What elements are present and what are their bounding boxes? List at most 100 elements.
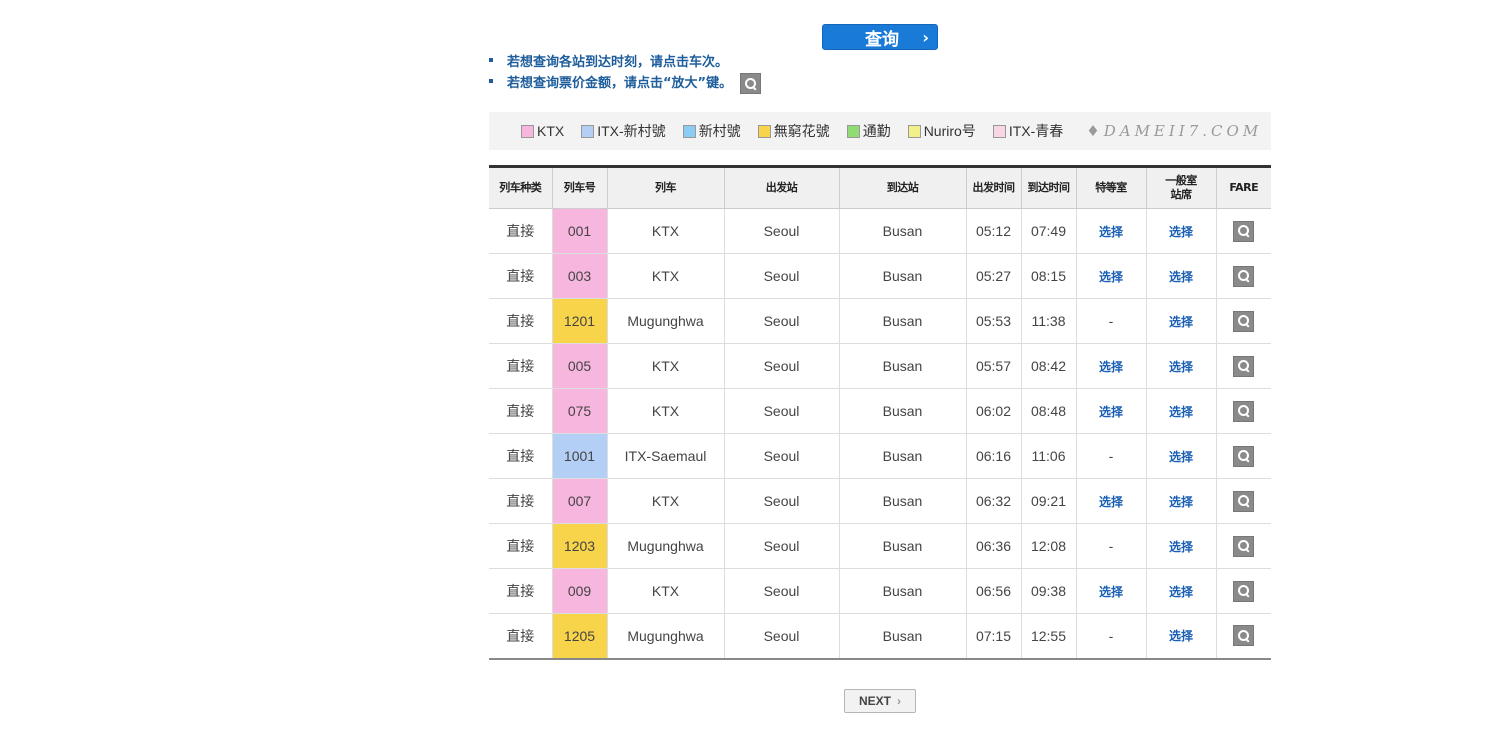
select-standard-link[interactable]: 选择 bbox=[1169, 585, 1193, 599]
table-row: 直接 007 KTX Seoul Busan 06:32 09:21 选择 选择 bbox=[489, 478, 1271, 524]
type-cell: 直接 bbox=[489, 343, 552, 389]
no-seat-text: - bbox=[1108, 448, 1114, 464]
select-standard-link[interactable]: 选择 bbox=[1169, 270, 1193, 284]
table-row: 直接 003 KTX Seoul Busan 05:27 08:15 选择 选择 bbox=[489, 253, 1271, 299]
train-cell: Mugunghwa bbox=[606, 613, 724, 659]
standard-cell: 选择 bbox=[1145, 298, 1216, 344]
table-row: 直接 1201 Mugunghwa Seoul Busan 05:53 11:38 - 选择 bbox=[489, 298, 1271, 344]
legend-swatch bbox=[846, 124, 860, 138]
arrival-time-cell: 08:42 bbox=[1020, 343, 1076, 389]
select-standard-link[interactable]: 选择 bbox=[1169, 315, 1193, 329]
fare-zoom-icon[interactable] bbox=[1233, 265, 1255, 287]
legend-label: ITX-新村號 bbox=[597, 123, 666, 139]
no-seat-text: - bbox=[1108, 313, 1114, 329]
train-number-cell[interactable]: 001 bbox=[551, 208, 607, 254]
train-number-cell[interactable]: 009 bbox=[551, 568, 607, 614]
select-first-class-link[interactable]: 选择 bbox=[1099, 585, 1123, 599]
departure-station-cell: Seoul bbox=[723, 568, 839, 614]
type-cell: 直接 bbox=[489, 298, 552, 344]
departure-time-cell: 06:32 bbox=[965, 478, 1021, 524]
header-standard: 一般室 站席 bbox=[1145, 166, 1216, 209]
fare-zoom-icon[interactable] bbox=[1233, 355, 1255, 377]
departure-station-cell: Seoul bbox=[723, 253, 839, 299]
header-arrival-station: 到达站 bbox=[838, 166, 966, 209]
standard-cell: 选择 bbox=[1145, 253, 1216, 299]
train-number-cell[interactable]: 005 bbox=[551, 343, 607, 389]
bullet-icon bbox=[489, 79, 493, 83]
select-standard-link[interactable]: 选择 bbox=[1169, 540, 1193, 554]
legend-item-nuriro: Nuriro号 bbox=[907, 121, 976, 141]
departure-station-cell: Seoul bbox=[723, 613, 839, 659]
select-standard-link[interactable]: 选择 bbox=[1169, 360, 1193, 374]
arrival-station-cell: Busan bbox=[838, 298, 966, 344]
fare-zoom-icon[interactable] bbox=[1233, 310, 1255, 332]
select-standard-link[interactable]: 选择 bbox=[1169, 225, 1193, 239]
type-cell: 直接 bbox=[489, 433, 552, 479]
header-first-class: 特等室 bbox=[1075, 166, 1146, 209]
table-row: 直接 1001 ITX-Saemaul Seoul Busan 06:16 11:06 - 选择 bbox=[489, 433, 1271, 479]
arrival-time-cell: 08:15 bbox=[1020, 253, 1076, 299]
train-number-cell[interactable]: 075 bbox=[551, 388, 607, 434]
train-number-cell[interactable]: 007 bbox=[551, 478, 607, 524]
train-cell: ITX-Saemaul bbox=[606, 433, 724, 479]
train-type-legend: KTX ITX-新村號 新村號 無窮花號 通勤 Nuriro号 ITX-青春 ♦… bbox=[489, 112, 1271, 150]
arrival-station-cell: Busan bbox=[838, 433, 966, 479]
legend-swatch bbox=[521, 124, 534, 138]
fare-cell bbox=[1215, 298, 1271, 344]
select-first-class-link[interactable]: 选择 bbox=[1099, 270, 1123, 284]
train-number-cell[interactable]: 003 bbox=[551, 253, 607, 299]
arrival-time-cell: 09:21 bbox=[1020, 478, 1076, 524]
next-button[interactable]: NEXT › bbox=[844, 689, 916, 713]
fare-zoom-icon[interactable] bbox=[1233, 580, 1255, 602]
arrival-station-cell: Busan bbox=[838, 523, 966, 569]
next-button-label: NEXT bbox=[858, 694, 891, 708]
select-standard-link[interactable]: 选择 bbox=[1169, 629, 1193, 643]
table-row: 直接 1205 Mugunghwa Seoul Busan 07:15 12:55 - 选择 bbox=[489, 613, 1271, 659]
first-class-cell: 选择 bbox=[1075, 253, 1146, 299]
type-cell: 直接 bbox=[489, 568, 552, 614]
fare-zoom-icon[interactable] bbox=[1233, 400, 1255, 422]
legend-item-mugunghwa: 無窮花號 bbox=[757, 121, 830, 141]
standard-cell: 选择 bbox=[1145, 208, 1216, 254]
legend-item-itx-cheongchun: ITX-青春 bbox=[992, 121, 1063, 141]
departure-station-cell: Seoul bbox=[723, 343, 839, 389]
header-standard-line1: 一般室 bbox=[1165, 174, 1197, 187]
type-cell: 直接 bbox=[489, 523, 552, 569]
departure-time-cell: 06:36 bbox=[965, 523, 1021, 569]
legend-label: 新村號 bbox=[698, 123, 741, 139]
select-first-class-link[interactable]: 选择 bbox=[1099, 405, 1123, 419]
header-fare: FARE bbox=[1215, 166, 1271, 209]
fare-zoom-icon[interactable] bbox=[1233, 535, 1255, 557]
watermark: ♦DAMEII7.COM bbox=[1086, 122, 1263, 140]
select-standard-link[interactable]: 选择 bbox=[1169, 495, 1193, 509]
type-cell: 直接 bbox=[489, 613, 552, 659]
train-number-cell[interactable]: 1201 bbox=[551, 298, 607, 344]
departure-time-cell: 07:15 bbox=[965, 613, 1021, 659]
fare-cell bbox=[1215, 478, 1271, 524]
train-number-cell[interactable]: 1001 bbox=[551, 433, 607, 479]
fare-zoom-icon[interactable] bbox=[1233, 220, 1255, 242]
select-standard-link[interactable]: 选择 bbox=[1169, 450, 1193, 464]
select-first-class-link[interactable]: 选择 bbox=[1099, 495, 1123, 509]
train-cell: Mugunghwa bbox=[606, 523, 724, 569]
first-class-cell: - bbox=[1075, 433, 1146, 479]
select-first-class-link[interactable]: 选择 bbox=[1099, 360, 1123, 374]
train-cell: KTX bbox=[606, 253, 724, 299]
arrival-station-cell: Busan bbox=[838, 208, 966, 254]
departure-station-cell: Seoul bbox=[723, 388, 839, 434]
first-class-cell: - bbox=[1075, 523, 1146, 569]
train-number-cell[interactable]: 1205 bbox=[551, 613, 607, 659]
search-button[interactable]: 查询 › bbox=[822, 24, 938, 50]
standard-cell: 选择 bbox=[1145, 568, 1216, 614]
header-train: 列车 bbox=[606, 166, 724, 209]
arrival-station-cell: Busan bbox=[838, 388, 966, 434]
fare-zoom-icon[interactable] bbox=[1233, 490, 1255, 512]
fare-zoom-icon[interactable] bbox=[1233, 625, 1255, 647]
header-arrival-time: 到达时间 bbox=[1020, 166, 1076, 209]
select-first-class-link[interactable]: 选择 bbox=[1099, 225, 1123, 239]
fare-zoom-icon[interactable] bbox=[1233, 445, 1255, 467]
departure-station-cell: Seoul bbox=[723, 478, 839, 524]
select-standard-link[interactable]: 选择 bbox=[1169, 405, 1193, 419]
train-number-cell[interactable]: 1203 bbox=[551, 523, 607, 569]
train-cell: KTX bbox=[606, 343, 724, 389]
